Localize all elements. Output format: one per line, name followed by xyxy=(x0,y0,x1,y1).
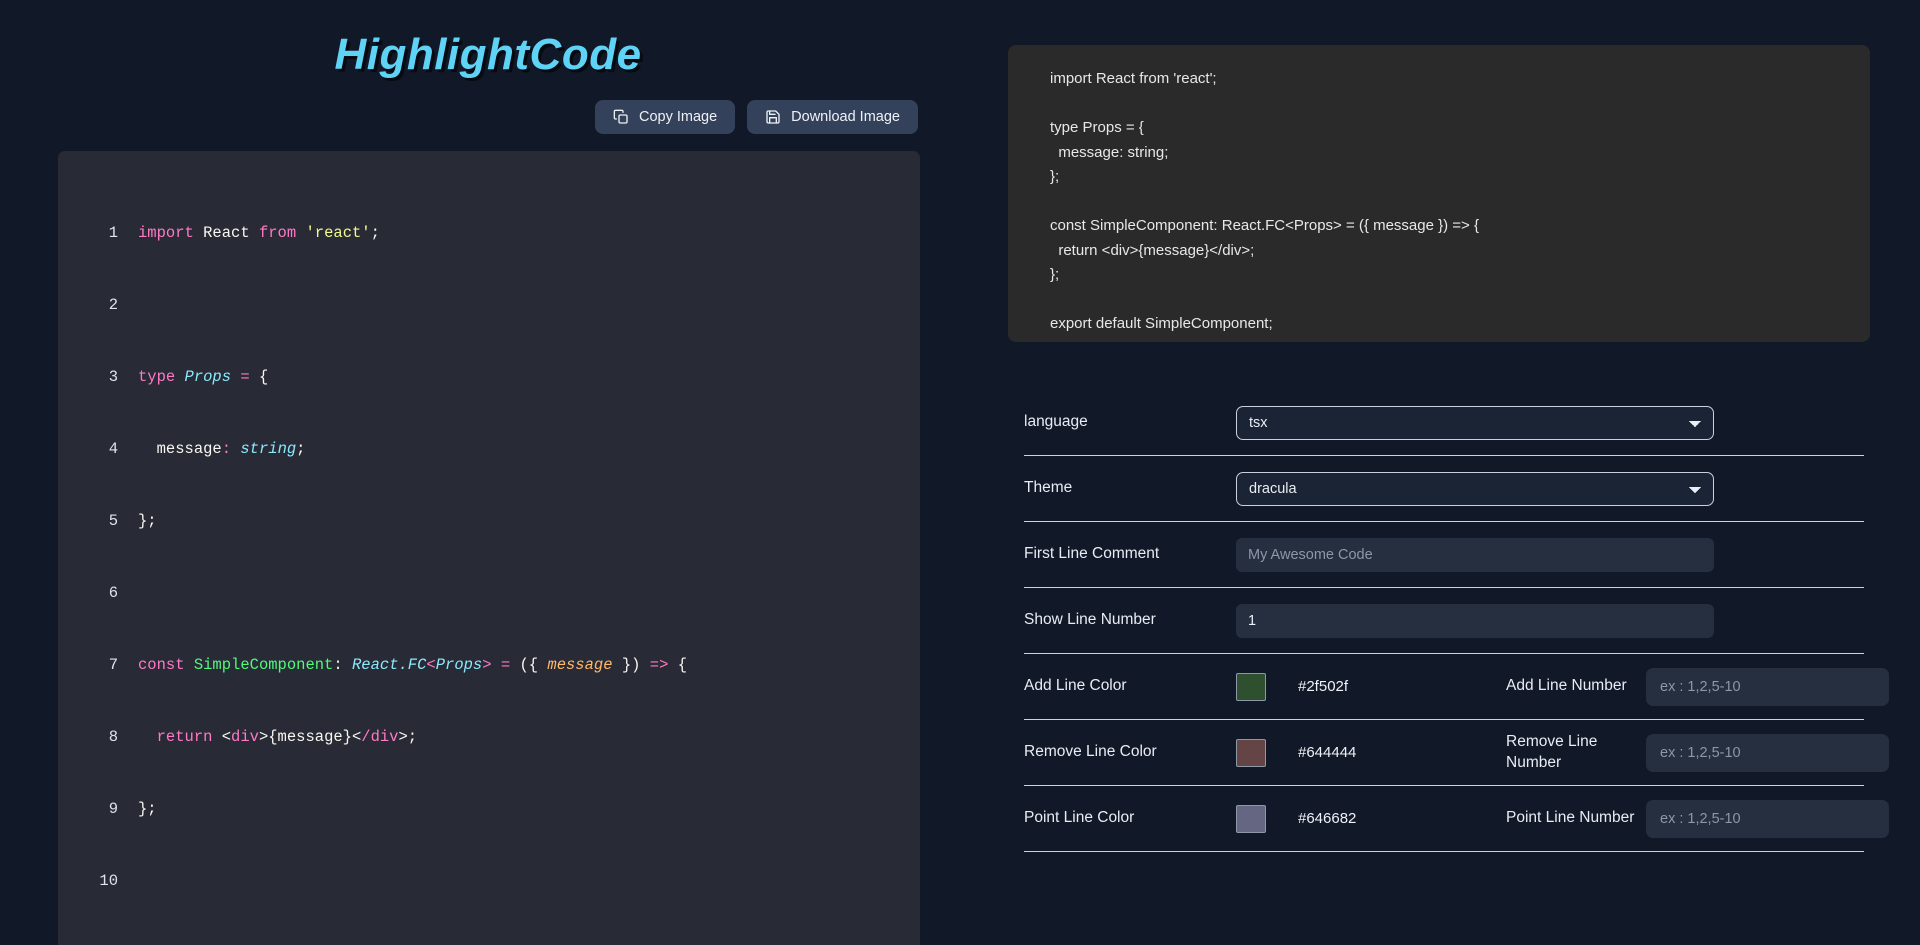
line-number: 4 xyxy=(108,440,118,458)
code-line: 2 xyxy=(58,293,920,317)
remove-line-color-hex: #644444 xyxy=(1298,744,1357,761)
right-panel: import React from 'react'; type Props = … xyxy=(1008,0,1920,945)
remove-line-number-label: Remove Line Number xyxy=(1506,732,1598,771)
settings-panel: language tsx Theme dracula First Line Co… xyxy=(1024,390,1889,852)
language-select[interactable]: tsx xyxy=(1236,405,1714,440)
add-line-color-swatch[interactable] xyxy=(1236,672,1266,701)
add-line-number-label: Add Line Number xyxy=(1506,677,1627,695)
point-line-color-swatch[interactable] xyxy=(1236,804,1266,833)
copy-icon xyxy=(613,109,629,125)
code-line: 8 return <div>{message}</div>; xyxy=(58,725,920,749)
line-number: 7 xyxy=(108,656,118,674)
code-line: 5}; xyxy=(58,509,920,533)
show-line-number-input[interactable] xyxy=(1236,603,1714,638)
point-line-number-input[interactable] xyxy=(1646,799,1889,838)
setting-row-remove-line: Remove Line Color #644444 Remove Line Nu… xyxy=(1024,720,1889,786)
remove-line-color-label: Remove Line Color xyxy=(1024,743,1157,761)
setting-row-theme: Theme dracula xyxy=(1024,456,1864,522)
highlighted-code-card: 1 import React from 'react'; 2 3 type Prop… xyxy=(58,151,920,945)
code-textarea[interactable]: import React from 'react'; type Props = … xyxy=(1050,67,1828,337)
line-number: 3 xyxy=(108,368,118,386)
code-line: 11export default SimpleComponent; xyxy=(58,941,920,945)
point-line-number-label: Point Line Number xyxy=(1506,809,1635,827)
code-line: 9}; xyxy=(58,797,920,821)
add-line-number-input[interactable] xyxy=(1646,667,1889,706)
code-line: 7 const SimpleComponent: React.FC<Props> … xyxy=(58,653,920,677)
copy-image-button[interactable]: Copy Image xyxy=(594,100,736,134)
line-number: 10 xyxy=(99,872,118,890)
line-number: 2 xyxy=(108,296,118,314)
download-image-label: Download Image xyxy=(791,109,900,125)
point-line-color-hex: #646682 xyxy=(1298,810,1357,827)
setting-row-point-line: Point Line Color #646682 Point Line Numb… xyxy=(1024,786,1889,852)
line-number: 9 xyxy=(108,800,118,818)
language-label: language xyxy=(1024,413,1088,431)
setting-row-add-line: Add Line Color #2f502f Add Line Number xyxy=(1024,654,1889,720)
add-line-color-hex: #2f502f xyxy=(1298,678,1349,695)
theme-label: Theme xyxy=(1024,479,1073,497)
remove-line-number-input[interactable] xyxy=(1646,733,1889,772)
line-number: 11 xyxy=(78,941,118,945)
code-line: 3 type Props = { xyxy=(58,365,920,389)
add-line-color-label: Add Line Color xyxy=(1024,677,1127,695)
point-line-color-label: Point Line Color xyxy=(1024,809,1135,827)
left-panel: HighlightCode Copy Image Download Image … xyxy=(0,0,1008,945)
copy-image-label: Copy Image xyxy=(638,109,718,125)
download-image-button[interactable]: Download Image xyxy=(747,100,918,134)
theme-select[interactable]: dracula xyxy=(1236,471,1714,506)
code-block: 1 import React from 'react'; 2 3 type Prop… xyxy=(58,173,920,945)
setting-row-show-line-number: Show Line Number xyxy=(1024,588,1864,654)
code-input-card[interactable]: import React from 'react'; type Props = … xyxy=(1008,45,1870,342)
line-number: 1 xyxy=(108,224,118,242)
remove-line-color-swatch[interactable] xyxy=(1236,738,1266,767)
setting-row-language: language tsx xyxy=(1024,390,1864,456)
code-line: 1 import React from 'react'; xyxy=(58,221,920,245)
line-number: 6 xyxy=(108,584,118,602)
code-line: 6 xyxy=(58,581,920,605)
action-button-row: Copy Image Download Image xyxy=(58,100,918,134)
show-line-number-label: Show Line Number xyxy=(1024,611,1156,629)
save-disk-icon xyxy=(765,109,781,125)
page-title: HighlightCode xyxy=(334,30,642,79)
code-line: 10 xyxy=(58,869,920,893)
first-line-comment-label: First Line Comment xyxy=(1024,545,1160,563)
app-root: HighlightCode Copy Image Download Image … xyxy=(0,0,1920,945)
setting-row-first-line-comment: First Line Comment xyxy=(1024,522,1864,588)
first-line-comment-input[interactable] xyxy=(1236,537,1714,572)
line-number: 5 xyxy=(108,512,118,530)
code-line: 4 message: string; xyxy=(58,437,920,461)
line-number: 8 xyxy=(108,728,118,746)
